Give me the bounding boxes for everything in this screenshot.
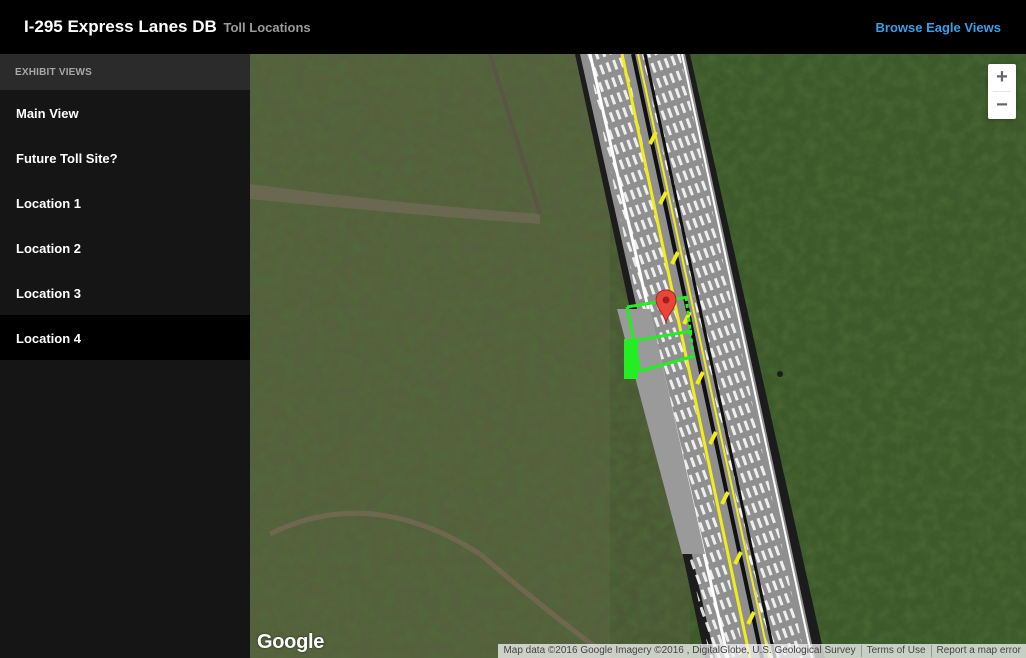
google-logo[interactable]: Google bbox=[257, 631, 324, 654]
zoom-controls: + − bbox=[988, 64, 1016, 119]
sidebar-item-location-2[interactable]: Location 2 bbox=[0, 225, 250, 270]
app-title: I-295 Express Lanes DB Toll Locations bbox=[24, 17, 311, 37]
sidebar: EXHIBIT VIEWS Main View Future Toll Site… bbox=[0, 54, 250, 658]
sidebar-item-location-4[interactable]: Location 4 bbox=[0, 315, 250, 360]
sidebar-header: EXHIBIT VIEWS bbox=[0, 54, 250, 90]
sidebar-item-future-toll-site[interactable]: Future Toll Site? bbox=[0, 135, 250, 180]
top-bar: I-295 Express Lanes DB Toll Locations Br… bbox=[0, 0, 1026, 54]
map-view[interactable]: + − Google Map data ©2016 Google Imagery… bbox=[250, 54, 1026, 658]
map-data-attribution: Map data ©2016 Google Imagery ©2016 , Di… bbox=[503, 645, 856, 656]
app-title-text: I-295 Express Lanes DB bbox=[24, 17, 217, 36]
map-attribution: Map data ©2016 Google Imagery ©2016 , Di… bbox=[498, 644, 1026, 658]
sidebar-item-main-view[interactable]: Main View bbox=[0, 90, 250, 135]
zoom-out-button[interactable]: − bbox=[988, 92, 1016, 119]
terms-of-use-link[interactable]: Terms of Use bbox=[860, 645, 931, 657]
satellite-imagery bbox=[250, 54, 1026, 658]
browse-eagle-views-link[interactable]: Browse Eagle Views bbox=[876, 20, 1002, 35]
zoom-in-button[interactable]: + bbox=[988, 64, 1016, 91]
sidebar-item-location-3[interactable]: Location 3 bbox=[0, 270, 250, 315]
app-subtitle: Toll Locations bbox=[223, 20, 311, 35]
sidebar-item-location-1[interactable]: Location 1 bbox=[0, 180, 250, 225]
report-map-error-link[interactable]: Report a map error bbox=[930, 645, 1026, 657]
map-pin-icon[interactable] bbox=[655, 289, 677, 325]
